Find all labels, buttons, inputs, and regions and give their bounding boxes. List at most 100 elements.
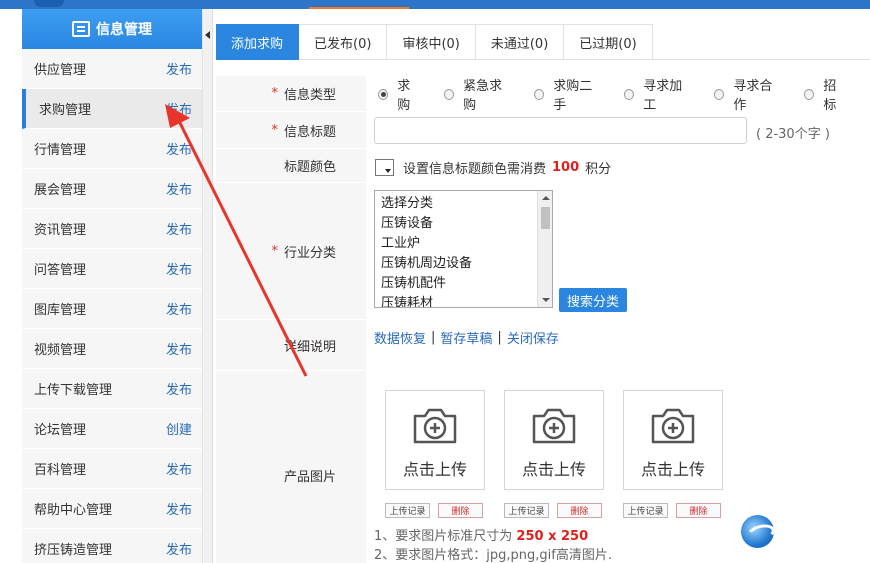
sidebar-item-label[interactable]: 行情管理 [34,139,86,158]
info-type-radio[interactable]: 寻求加工 [624,75,691,113]
scroll-thumb[interactable] [541,207,550,229]
sidebar-item[interactable]: 资讯管理 发布 [22,209,202,249]
restore-data-link[interactable]: 数据恢复 [374,328,426,347]
top-bar [0,0,870,9]
sidebar-item[interactable]: 论坛管理 创建 [22,409,202,449]
upload-record-button[interactable]: 上传记录 [385,503,430,518]
color-picker-dropdown[interactable] [375,159,394,176]
title-length-hint: ( 2-30个字 ) [756,127,830,142]
close-save-link[interactable]: 关闭保存 [507,328,559,347]
sidebar-item-action-link[interactable]: 发布 [166,179,192,198]
sidebar-item-label[interactable]: 上传下载管理 [34,379,112,398]
sidebar-item-action-link[interactable]: 发布 [166,539,192,558]
radio-label[interactable]: 寻求合作 [733,75,781,113]
title-color-cost: 100 [552,160,580,175]
sidebar-collapse-toggle[interactable] [203,9,213,563]
delete-image-button[interactable]: 删除 [676,503,721,518]
radio-button-icon[interactable] [443,88,455,100]
sidebar-item-label[interactable]: 帮助中心管理 [34,499,112,518]
search-category-button[interactable]: 搜索分类 [559,288,627,312]
radio-label[interactable]: 招标 [823,75,847,113]
category-option[interactable]: 压铸机周边设备 [375,254,552,274]
sidebar-item[interactable]: 上传下载管理 发布 [22,369,202,409]
editor-links: 数据恢复 | 暂存草稿 | 关闭保存 [374,328,559,347]
scroll-down-icon[interactable] [542,298,550,302]
sidebar-item-label[interactable]: 资讯管理 [34,219,86,238]
sidebar-item[interactable]: 图库管理 发布 [22,289,202,329]
sidebar-item[interactable]: 求购管理 发布 [22,89,202,129]
upload-record-button[interactable]: 上传记录 [504,503,549,518]
sidebar-item[interactable]: 帮助中心管理 发布 [22,489,202,529]
sidebar-item[interactable]: 供应管理 发布 [22,49,202,89]
sidebar-item-action-link[interactable]: 发布 [166,339,192,358]
collapse-left-icon [205,31,210,39]
image-upload-box[interactable]: 点击上传 [504,390,604,490]
tab[interactable]: 审核中(0) [387,24,476,60]
sidebar-item-label[interactable]: 求购管理 [39,99,91,118]
info-type-radio[interactable]: 求购二手 [533,75,601,113]
save-draft-link[interactable]: 暂存草稿 [440,328,492,347]
sidebar-item-action-link[interactable]: 发布 [166,59,192,78]
info-type-radio[interactable]: 紧急求购 [443,75,511,113]
category-listbox[interactable]: 选择分类 压铸设备 工业炉 压铸机周边设备 压铸机配件 压铸耗材 [374,190,553,308]
category-scrollbar[interactable] [537,191,552,307]
radio-button-icon[interactable] [804,88,815,100]
sidebar-item-label[interactable]: 挤压铸造管理 [34,539,112,558]
sidebar-item-label[interactable]: 问答管理 [34,259,86,278]
tab[interactable]: 未通过(0) [475,24,565,60]
sidebar-item-action-link[interactable]: 创建 [166,419,192,438]
sidebar-item[interactable]: 行情管理 发布 [22,129,202,169]
sidebar-item[interactable]: 视频管理 发布 [22,329,202,369]
sidebar-item-action-link[interactable]: 发布 [166,219,192,238]
note-format: 2、要求图片格式：jpg,png,gif高清图片. [374,548,612,563]
scroll-up-icon[interactable] [542,196,550,200]
radio-button-icon[interactable] [714,88,725,100]
radio-button-icon[interactable] [533,88,545,100]
tab[interactable]: 已发布(0) [299,24,388,60]
active-nav-indicator [309,7,409,9]
tab-bar: 添加求购 已发布(0) 审核中(0) 未通过(0) 已过期(0) [216,24,870,60]
sidebar-item-label[interactable]: 视频管理 [34,339,86,358]
label-info-title: * 信息标题 [216,112,366,149]
sidebar-item[interactable]: 挤压铸造管理 发布 [22,529,202,563]
note-size-value: 250 x 250 [516,529,589,544]
sidebar-item-label[interactable]: 展会管理 [34,179,86,198]
sidebar-item[interactable]: 百科管理 发布 [22,449,202,489]
sidebar-item-action-link[interactable]: 发布 [166,499,192,518]
tab[interactable]: 添加求购 [216,24,300,60]
category-option[interactable]: 选择分类 [375,194,552,214]
category-option[interactable]: 工业炉 [375,234,552,254]
info-type-radio[interactable]: 招标 [804,75,847,113]
sidebar-item-label[interactable]: 百科管理 [34,459,86,478]
radio-label[interactable]: 寻求加工 [643,75,691,113]
tab[interactable]: 已过期(0) [564,24,653,60]
image-upload-box[interactable]: 点击上传 [623,390,723,490]
category-option[interactable]: 压铸耗材 [375,294,552,307]
radio-button-icon[interactable] [624,88,635,100]
sidebar-item-action-link[interactable]: 发布 [166,259,192,278]
sidebar-item-action-link[interactable]: 发布 [166,99,192,118]
sidebar-item[interactable]: 问答管理 发布 [22,249,202,289]
info-type-radio[interactable]: 寻求合作 [714,75,781,113]
info-title-input[interactable] [374,117,747,144]
delete-image-button[interactable]: 删除 [557,503,602,518]
sidebar-item-label[interactable]: 供应管理 [34,59,86,78]
sidebar-item-action-link[interactable]: 发布 [166,299,192,318]
sidebar-item-action-link[interactable]: 发布 [166,139,192,158]
image-upload-box[interactable]: 点击上传 [385,390,485,490]
radio-button-icon[interactable] [378,88,389,100]
upload-label: 点击上传 [402,460,467,479]
sidebar-item-action-link[interactable]: 发布 [166,459,192,478]
radio-label[interactable]: 求购 [397,75,421,113]
category-option[interactable]: 压铸设备 [375,214,552,234]
sidebar-item-label[interactable]: 图库管理 [34,299,86,318]
delete-image-button[interactable]: 删除 [438,503,483,518]
upload-record-button[interactable]: 上传记录 [623,503,668,518]
radio-label[interactable]: 求购二手 [553,75,601,113]
category-option[interactable]: 压铸机配件 [375,274,552,294]
radio-label[interactable]: 紧急求购 [463,75,511,113]
info-type-radio[interactable]: 求购 [378,75,421,113]
sidebar-item[interactable]: 展会管理 发布 [22,169,202,209]
sidebar-item-label[interactable]: 论坛管理 [34,419,86,438]
sidebar-item-action-link[interactable]: 发布 [166,379,192,398]
